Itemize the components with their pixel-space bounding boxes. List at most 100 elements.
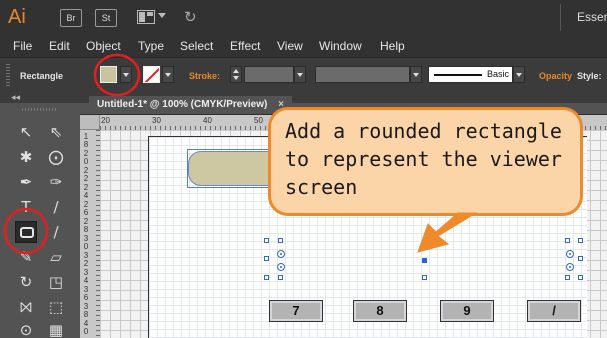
ruler-tick-label: 1 8 xyxy=(83,132,89,149)
app-bar: Ai Br St ↻ Essen xyxy=(0,0,607,35)
resize-handle[interactable] xyxy=(578,256,583,261)
ruler-tick-label: 40 xyxy=(203,116,212,125)
variable-width-profile[interactable] xyxy=(315,66,410,83)
fill-color-swatch[interactable] xyxy=(100,66,117,83)
stock-button[interactable]: St xyxy=(95,9,117,27)
stroke-weight-label[interactable]: Stroke: xyxy=(189,71,220,81)
workspace-switcher[interactable]: Essen xyxy=(577,10,607,24)
ruler-tick-label: 4 0 xyxy=(83,319,89,336)
corner-radius-widget[interactable] xyxy=(277,263,285,271)
resize-handle[interactable] xyxy=(565,238,570,243)
calculator-key-8[interactable]: 8 xyxy=(353,300,407,322)
width-tool-icon[interactable]: ⨝ xyxy=(15,296,37,318)
menu-view[interactable]: View xyxy=(277,39,303,53)
calculator-key-divide[interactable]: / xyxy=(527,300,581,322)
corner-radius-widget[interactable] xyxy=(277,250,285,258)
ruler-tick-label: 2 4 xyxy=(83,183,89,200)
stroke-color-dropdown[interactable] xyxy=(162,66,174,83)
chevron-down-icon[interactable] xyxy=(158,13,166,18)
ruler-tick-label: 2 8 xyxy=(83,217,89,234)
document-tab[interactable]: Untitled-1* @ 100% (CMYK/Preview) × xyxy=(89,96,292,114)
menu-bar: File Edit Object Type Select Effect View… xyxy=(0,35,607,57)
perspective-grid-tool-icon[interactable]: ▦ xyxy=(45,319,67,338)
paintbrush-tool-icon[interactable]: ∕ xyxy=(45,221,67,243)
menu-window[interactable]: Window xyxy=(319,39,362,53)
menu-file[interactable]: File xyxy=(13,39,32,53)
calculator-key-9[interactable]: 9 xyxy=(440,300,494,322)
lasso-tool-icon[interactable]: ⨀ xyxy=(45,146,67,168)
illustrator-logo: Ai xyxy=(8,6,26,28)
bridge-button[interactable]: Br xyxy=(60,9,82,27)
stroke-color-swatch[interactable] xyxy=(143,66,160,83)
profile-dropdown[interactable] xyxy=(410,66,422,83)
control-bar: Rectangle Stroke: Basic Opacity Style: xyxy=(0,57,607,93)
brush-label: Basic xyxy=(487,69,510,79)
shaper-tool-icon[interactable]: ✎ xyxy=(15,246,37,268)
resize-handle[interactable] xyxy=(264,238,269,243)
resize-handle[interactable] xyxy=(264,275,269,280)
corner-radius-widget[interactable] xyxy=(566,263,574,271)
eraser-tool-icon[interactable]: ▱ xyxy=(45,246,67,268)
resize-handle[interactable] xyxy=(264,256,269,261)
ruler-tick-label: 3 6 xyxy=(83,285,89,302)
brush-dropdown[interactable] xyxy=(513,66,525,83)
scale-tool-icon[interactable]: ◳ xyxy=(45,271,67,293)
calculator-key-7[interactable]: 7 xyxy=(269,300,323,322)
curvature-tool-icon[interactable]: ✑ xyxy=(45,171,67,193)
resize-handle[interactable] xyxy=(422,275,427,280)
magic-wand-tool-icon[interactable]: ✱ xyxy=(15,146,37,168)
sync-settings-icon[interactable]: ↻ xyxy=(184,8,197,26)
corner-radius-widget[interactable] xyxy=(566,250,574,258)
free-transform-tool-icon[interactable]: ⬚ xyxy=(45,296,67,318)
arrange-documents-icon[interactable] xyxy=(137,10,155,24)
menu-select[interactable]: Select xyxy=(180,39,213,53)
menu-type[interactable]: Type xyxy=(138,39,164,53)
menu-edit[interactable]: Edit xyxy=(49,39,70,53)
ruler-origin[interactable] xyxy=(80,115,100,130)
ruler-tick-label: 2 2 xyxy=(83,166,89,183)
brush-stroke-preview xyxy=(434,74,482,76)
type-tool-icon[interactable]: T xyxy=(15,196,37,218)
tools-panel-header: ◂◂ xyxy=(0,92,80,103)
line-segment-tool-icon[interactable]: ∕ xyxy=(45,196,67,218)
menu-help[interactable]: Help xyxy=(380,39,405,53)
ruler-tick-label: 20 xyxy=(101,116,110,125)
fill-dropdown[interactable] xyxy=(120,66,132,83)
rounded-rectangle-tool-icon[interactable] xyxy=(15,221,37,243)
callout-text: Add a rounded rectangle to represent the… xyxy=(285,119,562,199)
resize-handle[interactable] xyxy=(578,238,583,243)
collapse-panel-icon[interactable]: ◂◂ xyxy=(11,92,20,103)
ruler-tick-label: 3 8 xyxy=(83,302,89,319)
rounded-rectangle-glyph xyxy=(20,227,34,238)
document-tab-title: Untitled-1* @ 100% (CMYK/Preview) xyxy=(97,99,268,110)
rotate-tool-icon[interactable]: ↻ xyxy=(15,271,37,293)
stroke-weight-dropdown[interactable] xyxy=(294,66,306,83)
ruler-tick-label: 30 xyxy=(152,116,161,125)
stroke-weight-input[interactable] xyxy=(244,66,294,83)
opacity-label[interactable]: Opacity xyxy=(539,71,572,81)
tools-grip[interactable] xyxy=(22,108,56,111)
menu-object[interactable]: Object xyxy=(86,39,121,53)
ruler-tick-label: 2 0 xyxy=(83,149,89,166)
ruler-tick-label: 50 xyxy=(254,116,263,125)
style-label: Style: xyxy=(577,71,602,81)
selection-type-label: Rectangle xyxy=(20,71,64,81)
ruler-tick-label: 2 6 xyxy=(83,200,89,217)
brush-definition[interactable]: Basic xyxy=(428,66,513,83)
pen-tool-icon[interactable]: ✒ xyxy=(15,171,37,193)
selection-tool-icon[interactable]: ↖ xyxy=(15,121,37,143)
ruler-tick-label: 3 0 xyxy=(83,234,89,251)
resize-handle[interactable] xyxy=(278,238,283,243)
resize-handle[interactable] xyxy=(578,275,583,280)
shape-builder-tool-icon[interactable]: ⊙ xyxy=(15,319,37,338)
ruler-tick-label: 3 2 xyxy=(83,251,89,268)
resize-handle[interactable] xyxy=(278,275,283,280)
resize-handle[interactable] xyxy=(565,275,570,280)
menu-effect[interactable]: Effect xyxy=(230,39,260,53)
divider xyxy=(560,4,561,31)
panel-grip[interactable] xyxy=(6,64,10,88)
direct-selection-tool-icon[interactable]: ⇖ xyxy=(45,121,67,143)
ruler-tick-label: 3 4 xyxy=(83,268,89,285)
center-point xyxy=(422,258,427,263)
stroke-weight-stepper[interactable] xyxy=(230,66,242,83)
